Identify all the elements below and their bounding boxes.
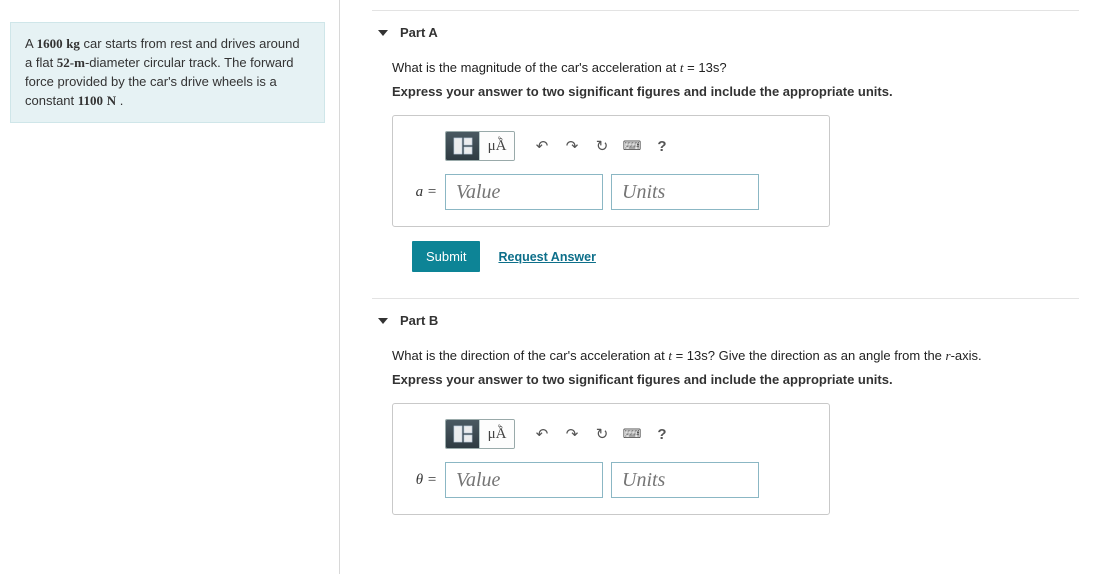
caret-down-icon	[378, 318, 388, 324]
qa-pre: What is the magnitude of the car's accel…	[392, 60, 680, 75]
part-a-instructions: Express your answer to two significant f…	[392, 84, 1079, 99]
redo-button[interactable]: ↷	[557, 419, 587, 449]
problem-sidebar: A 1600 kg car starts from rest and drive…	[0, 0, 340, 574]
help-button[interactable]: ?	[647, 131, 677, 161]
undo-button[interactable]: ↶	[527, 131, 557, 161]
qa-eq: =	[684, 60, 699, 75]
template-picker-button[interactable]	[446, 420, 480, 448]
qb-eq: =	[672, 348, 687, 363]
qb-post2: -axis.	[951, 348, 982, 363]
qa-val: 13s	[698, 60, 719, 75]
diameter-value: 52-m	[57, 55, 85, 70]
answer-toolbar-b: μÅ° ↶ ↷ ↻ ⌨ ?	[445, 418, 813, 450]
part-a: Part A What is the magnitude of the car'…	[372, 10, 1079, 288]
reset-button[interactable]: ↻	[587, 131, 617, 161]
submit-button[interactable]: Submit	[412, 241, 480, 272]
problem-text: A	[25, 36, 37, 51]
caret-down-icon	[378, 30, 388, 36]
answer-area: Part A What is the magnitude of the car'…	[340, 0, 1099, 574]
part-b-units-input[interactable]	[611, 462, 759, 498]
part-b-var-label: θ =	[409, 472, 437, 489]
units-picker-button[interactable]: μÅ°	[480, 132, 514, 160]
part-b-question: What is the direction of the car's accel…	[392, 348, 1079, 364]
undo-button[interactable]: ↶	[527, 419, 557, 449]
reset-button[interactable]: ↻	[587, 419, 617, 449]
qb-val: 13s	[687, 348, 708, 363]
force-value: 1100	[78, 93, 103, 108]
part-b-value-input[interactable]	[445, 462, 603, 498]
qb-post: ? Give the direction as an angle from th…	[708, 348, 946, 363]
help-button[interactable]: ?	[647, 419, 677, 449]
part-a-var-label: a =	[409, 184, 437, 201]
part-b: Part B What is the direction of the car'…	[372, 298, 1079, 531]
problem-statement: A 1600 kg car starts from rest and drive…	[10, 22, 325, 123]
qa-post: ?	[719, 60, 726, 75]
mass-value: 1600	[37, 36, 63, 51]
mass-unit: kg	[66, 36, 80, 51]
redo-button[interactable]: ↷	[557, 131, 587, 161]
part-b-instructions: Express your answer to two significant f…	[392, 372, 1079, 387]
part-a-answer-box: μÅ° ↶ ↷ ↻ ⌨ ? a =	[392, 115, 830, 227]
problem-text-4: .	[116, 93, 123, 108]
part-b-toggle[interactable]: Part B	[372, 299, 1079, 334]
request-answer-link[interactable]: Request Answer	[498, 250, 595, 264]
template-picker-button[interactable]	[446, 132, 480, 160]
part-b-answer-box: μÅ° ↶ ↷ ↻ ⌨ ? θ =	[392, 403, 830, 515]
keyboard-button[interactable]: ⌨	[617, 131, 647, 161]
part-b-title: Part B	[400, 313, 438, 328]
force-unit: N	[107, 93, 116, 108]
units-picker-button[interactable]: μÅ°	[480, 420, 514, 448]
part-a-toggle[interactable]: Part A	[372, 11, 1079, 46]
part-a-title: Part A	[400, 25, 438, 40]
part-a-value-input[interactable]	[445, 174, 603, 210]
keyboard-button[interactable]: ⌨	[617, 419, 647, 449]
part-a-question: What is the magnitude of the car's accel…	[392, 60, 1079, 76]
answer-toolbar: μÅ° ↶ ↷ ↻ ⌨ ?	[445, 130, 813, 162]
qb-pre: What is the direction of the car's accel…	[392, 348, 668, 363]
part-a-units-input[interactable]	[611, 174, 759, 210]
